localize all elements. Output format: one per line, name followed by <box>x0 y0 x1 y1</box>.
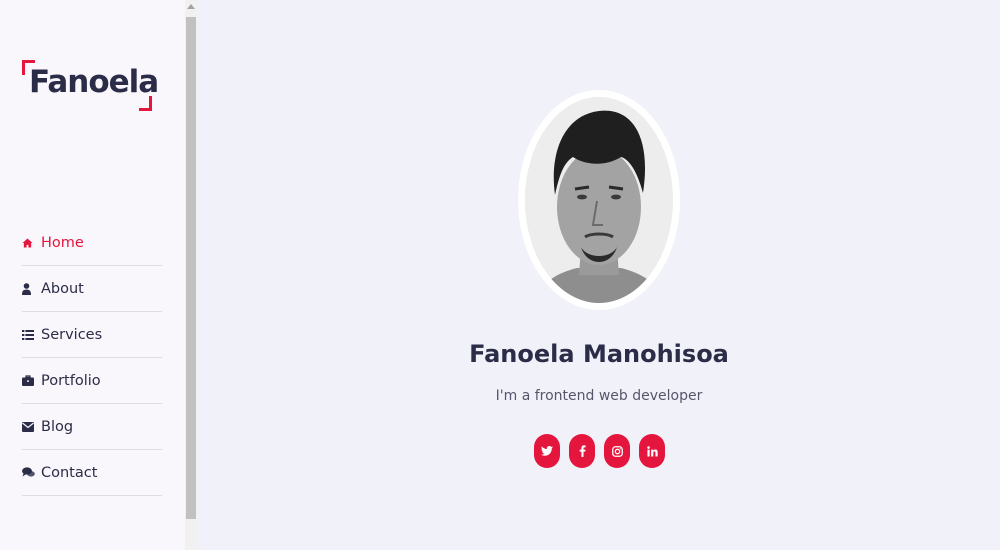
sidebar-scrollbar[interactable] <box>185 0 197 550</box>
scroll-up-arrow-icon[interactable] <box>187 4 195 9</box>
briefcase-icon <box>22 375 36 386</box>
twitter-button[interactable] <box>534 434 560 468</box>
sidebar: Fanoela Home About Services Portfolio Bl… <box>0 0 185 550</box>
twitter-icon <box>541 446 553 456</box>
list-icon <box>22 329 36 340</box>
logo-text: Fanoela <box>29 64 159 100</box>
nav-item-blog[interactable]: Blog <box>22 404 162 450</box>
profile-photo-image <box>525 97 673 303</box>
nav-item-about[interactable]: About <box>22 266 162 312</box>
nav-label-blog: Blog <box>41 418 74 435</box>
nav-item-services[interactable]: Services <box>22 312 162 358</box>
home-icon <box>22 237 36 248</box>
linkedin-button[interactable] <box>639 434 665 468</box>
nav-item-contact[interactable]: Contact <box>22 450 162 496</box>
nav-item-portfolio[interactable]: Portfolio <box>22 358 162 404</box>
site-logo[interactable]: Fanoela <box>22 58 159 112</box>
facebook-icon <box>579 445 586 457</box>
instagram-icon <box>611 445 623 457</box>
linkedin-icon <box>646 445 658 457</box>
instagram-button[interactable] <box>604 434 630 468</box>
profile-name: Fanoela Manohisoa <box>469 340 729 368</box>
profile-tagline: I'm a frontend web developer <box>495 388 703 404</box>
facebook-button[interactable] <box>569 434 595 468</box>
scrollbar-thumb[interactable] <box>186 17 196 519</box>
nav-label-home: Home <box>41 234 84 251</box>
nav-label-services: Services <box>41 326 103 343</box>
nav-label-about: About <box>41 280 84 297</box>
nav-label-contact: Contact <box>41 464 98 481</box>
envelope-icon <box>22 421 36 432</box>
main-nav: Home About Services Portfolio Blog Conta… <box>22 220 162 496</box>
user-icon <box>22 282 36 295</box>
profile-photo <box>518 90 680 310</box>
nav-item-home[interactable]: Home <box>22 220 162 266</box>
nav-label-portfolio: Portfolio <box>41 372 101 389</box>
social-links <box>534 434 665 468</box>
comments-icon <box>22 467 36 478</box>
logo-bracket-bottom-right <box>139 96 152 111</box>
